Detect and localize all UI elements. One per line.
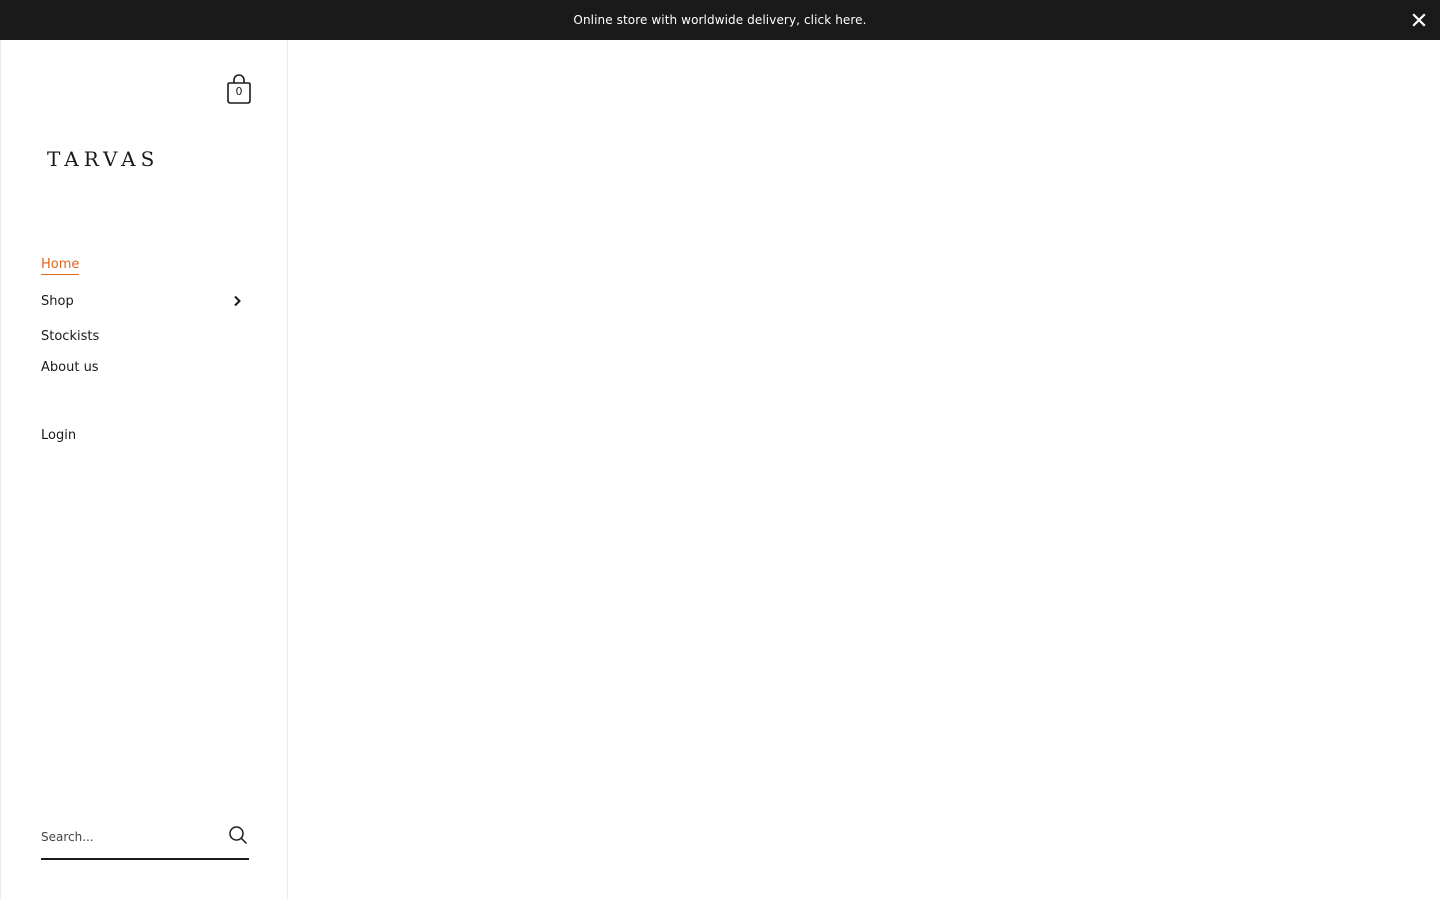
announcement-link[interactable]: Online store with worldwide delivery, cl…: [573, 13, 866, 27]
nav-item-about-us[interactable]: About us: [41, 355, 249, 379]
login-link[interactable]: Login: [41, 424, 76, 448]
nav-item-label: About us: [41, 359, 99, 375]
logo-text: TARVAS: [47, 147, 160, 171]
search-icon[interactable]: [227, 824, 249, 846]
search-input[interactable]: [41, 822, 221, 852]
nav-item-label: Home: [41, 257, 80, 275]
nav-item-shop[interactable]: Shop: [41, 289, 249, 313]
close-icon[interactable]: [1410, 11, 1428, 29]
nav-item-label: Stockists: [41, 328, 100, 344]
nav-item-label: Shop: [41, 293, 74, 309]
logo[interactable]: TARVAS: [47, 144, 187, 174]
main-nav: Home Shop Stockists About us: [41, 254, 249, 379]
main-content: [288, 40, 1440, 900]
search-form: [41, 816, 249, 860]
cart-button[interactable]: 0: [225, 73, 253, 105]
announcement-bar: Online store with worldwide delivery, cl…: [0, 0, 1440, 40]
sidebar: 0 TARVAS Home Shop Stockists About us Lo…: [0, 40, 288, 900]
chevron-right-icon[interactable]: [231, 295, 243, 307]
cart-count: 0: [235, 85, 243, 98]
nav-item-home[interactable]: Home: [41, 254, 249, 278]
nav-item-stockists[interactable]: Stockists: [41, 324, 249, 348]
